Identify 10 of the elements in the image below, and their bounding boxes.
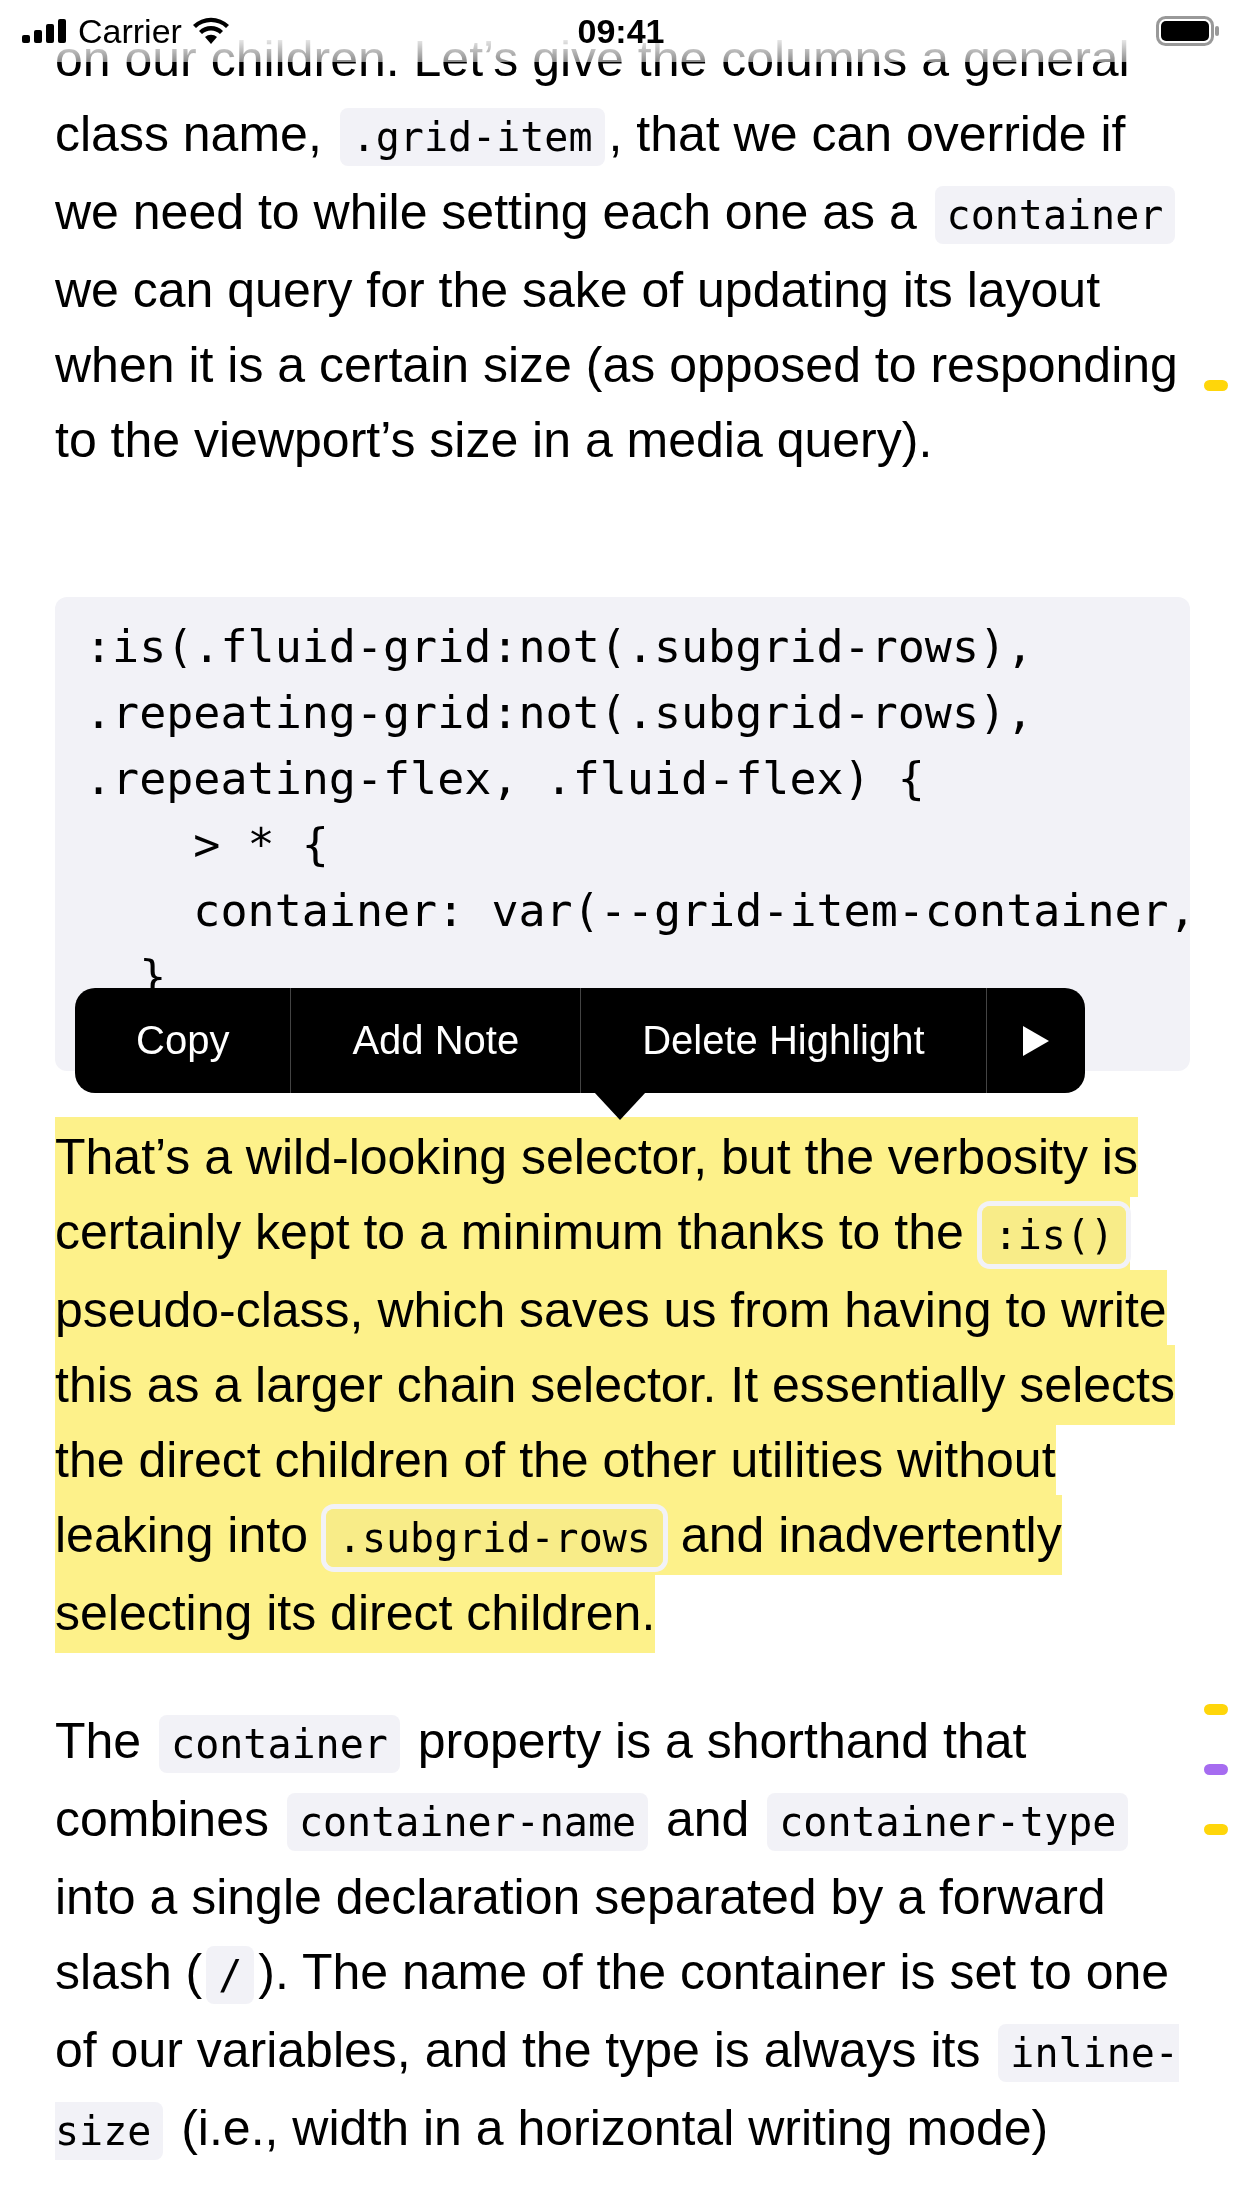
note-marker[interactable]: [1204, 1764, 1228, 1775]
note-marker[interactable]: [1204, 1824, 1228, 1835]
menu-item[interactable]: Copy: [75, 988, 292, 1093]
note-marker[interactable]: [1204, 1704, 1228, 1715]
battery-icon: [1156, 16, 1220, 46]
note-marker[interactable]: [1204, 380, 1228, 391]
right-triangle-icon: [1020, 1023, 1051, 1058]
menu-item[interactable]: Add Note: [291, 988, 582, 1093]
signal-icon: [22, 19, 68, 43]
paragraph-text: The container property is a shorthand that combines container-name and container-type into a single declaration separated by a forward slash ( / ). The name of the container is set to one of our variables, and the type is always its inline-size (i.e., width in a horizontal writing mode): [55, 1704, 1190, 2169]
